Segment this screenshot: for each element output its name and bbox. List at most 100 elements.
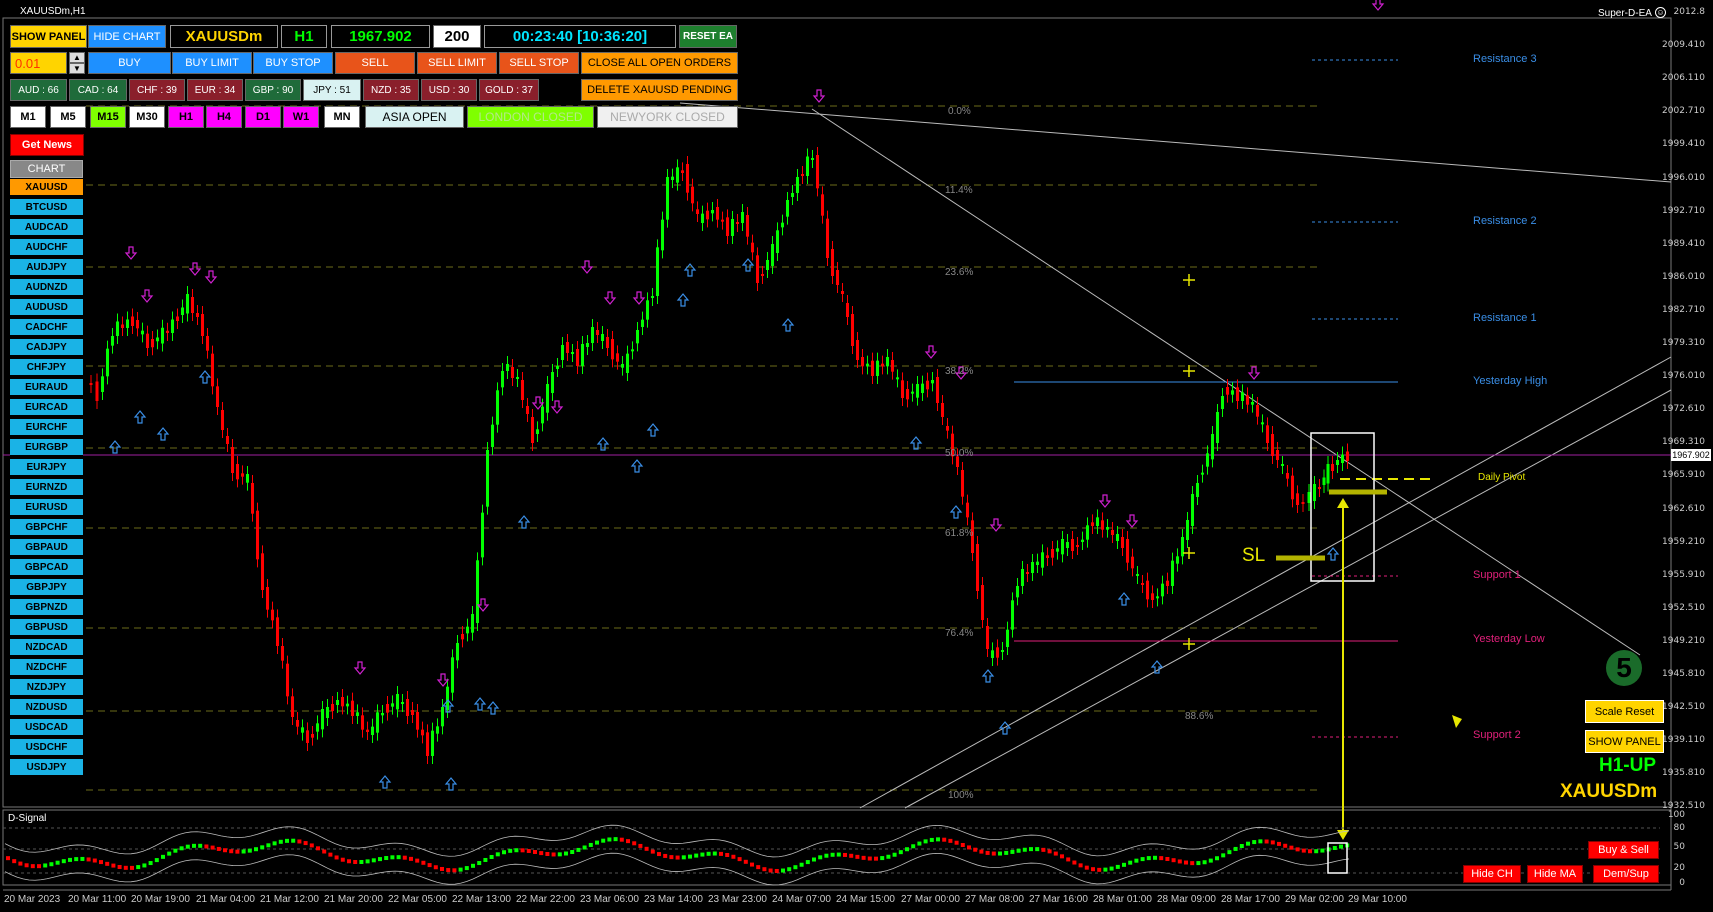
time-axis-label: 24 Mar 07:00 [772,894,831,905]
symbol-item-nzdjpy[interactable]: NZDJPY [10,679,83,697]
symbol-item-xauusd[interactable]: XAUUSD [10,179,83,197]
bear-candle [1121,537,1124,548]
bull-candle [1216,412,1219,443]
bear-candle [271,609,274,621]
symbol-item-usdchf[interactable]: USDCHF [10,739,83,757]
bull-candle [1036,561,1039,565]
bear-candle [146,333,149,348]
symbol-item-audchf[interactable]: AUDCHF [10,239,83,257]
symbol-item-eurcad[interactable]: EURCAD [10,399,83,417]
symbol-item-audnzd[interactable]: AUDNZD [10,279,83,297]
timeframe-m5-button[interactable]: M5 [50,106,86,128]
bull-signal-dot [471,863,475,868]
dem-sup-button[interactable]: Dem/Sup [1593,865,1659,883]
buy-stop-button[interactable]: BUY STOP [253,52,333,74]
time-axis-label: 21 Mar 12:00 [260,894,319,905]
bull-signal-dot [601,838,606,843]
bear-candle [286,663,289,697]
symbol-item-cadjpy[interactable]: CADJPY [10,339,83,357]
lot-size-input[interactable]: 0.01 [10,52,67,74]
timeframe-d1-button[interactable]: D1 [245,106,281,128]
bear-signal-dot [650,849,655,854]
symbol-item-eurjpy[interactable]: EURJPY [10,459,83,477]
bear-candle [836,270,839,285]
symbol-item-audusd[interactable]: AUDUSD [10,299,83,317]
bear-candle [526,406,529,414]
bear-signal-dot [117,864,122,869]
buy-button[interactable]: BUY [88,52,171,74]
bull-signal-dot [898,850,903,855]
bear-signal-dot [1097,867,1102,872]
symbol-item-usdjpy[interactable]: USDJPY [10,759,83,777]
timeframe-h1-button[interactable]: H1 [168,106,204,128]
symbol-item-gbpnzd[interactable]: GBPNZD [10,599,83,617]
reset-ea-button[interactable]: RESET EA [679,25,737,48]
lot-decrease-button[interactable]: ▼ [69,63,85,74]
timeframe-mn-button[interactable]: MN [324,106,360,128]
symbol-item-euraud[interactable]: EURAUD [10,379,83,397]
symbol-item-gbpchf[interactable]: GBPCHF [10,519,83,537]
hide-ma-button[interactable]: Hide MA [1527,865,1583,883]
bear-signal-dot [1264,839,1269,844]
bull-candle [666,177,669,220]
hide-ch-button[interactable]: Hide CH [1463,865,1521,883]
symbol-item-gbpaud[interactable]: GBPAUD [10,539,83,557]
fib-level-label: 23.6% [945,267,974,278]
bear-signal-dot [942,837,947,842]
buy-arrow-icon [781,318,795,332]
sell-limit-button[interactable]: SELL LIMIT [417,52,497,74]
bull-signal-dot [706,851,711,856]
price-axis-label: 1969.310 [1662,437,1705,448]
symbol-item-btcusd[interactable]: BTCUSD [10,199,83,217]
bear-candle [426,732,429,756]
bull-candle [911,391,914,394]
delete-pending-button[interactable]: DELETE XAUUSD PENDING [581,79,738,101]
symbol-item-nzdusd[interactable]: NZDUSD [10,699,83,717]
buy-sell-button[interactable]: Buy & Sell [1588,841,1659,859]
show-panel-button[interactable]: SHOW PANEL [10,25,87,48]
price-chart[interactable] [0,0,1713,912]
bear-candle [681,170,684,173]
bear-signal-dot [632,841,637,846]
timeframe-m30-button[interactable]: M30 [129,106,165,128]
sell-button[interactable]: SELL [335,52,415,74]
timeframe-m15-button[interactable]: M15 [90,106,126,128]
bear-candle [1286,473,1289,479]
symbol-item-gbpusd[interactable]: GBPUSD [10,619,83,637]
symbol-item-audjpy[interactable]: AUDJPY [10,259,83,277]
fib-level-label: 50.0% [945,448,974,459]
symbol-item-nzdchf[interactable]: NZDCHF [10,659,83,677]
lot-increase-button[interactable]: ▲ [69,52,85,63]
bear-candle [726,217,729,236]
symbol-item-cadchf[interactable]: CADCHF [10,319,83,337]
time-axis-label: 21 Mar 20:00 [324,894,383,905]
scale-reset-button[interactable]: Scale Reset [1585,700,1664,723]
symbol-item-eurnzd[interactable]: EURNZD [10,479,83,497]
show-panel-right-button[interactable]: SHOW PANEL [1585,730,1664,753]
close-all-orders-button[interactable]: CLOSE ALL OPEN ORDERS [581,52,738,74]
bull-candle [486,450,489,507]
symbol-item-usdcad[interactable]: USDCAD [10,719,83,737]
get-news-button[interactable]: Get News [10,134,84,156]
timeframe-h4-button[interactable]: H4 [206,106,242,128]
timeframe-w1-button[interactable]: W1 [283,106,319,128]
bull-candle [501,371,504,388]
symbol-item-nzdcad[interactable]: NZDCAD [10,639,83,657]
bull-signal-dot [936,837,940,842]
bear-candle [721,219,724,222]
symbol-item-eurgbp[interactable]: EURGBP [10,439,83,457]
symbol-item-audcad[interactable]: AUDCAD [10,219,83,237]
timeframe-m1-button[interactable]: M1 [10,106,46,128]
symbol-item-gbpcad[interactable]: GBPCAD [10,559,83,577]
symbol-item-gbpjpy[interactable]: GBPJPY [10,579,83,597]
hide-chart-button[interactable]: HIDE CHART [88,25,166,48]
symbol-item-eurusd[interactable]: EURUSD [10,499,83,517]
symbol-item-chfjpy[interactable]: CHFJPY [10,359,83,377]
bull-signal-dot [55,860,60,865]
time-axis-label: 28 Mar 17:00 [1221,894,1280,905]
bull-candle [791,193,794,197]
sell-stop-button[interactable]: SELL STOP [499,52,579,74]
time-axis-label: 24 Mar 15:00 [836,894,895,905]
buy-limit-button[interactable]: BUY LIMIT [172,52,252,74]
symbol-item-eurchf[interactable]: EURCHF [10,419,83,437]
